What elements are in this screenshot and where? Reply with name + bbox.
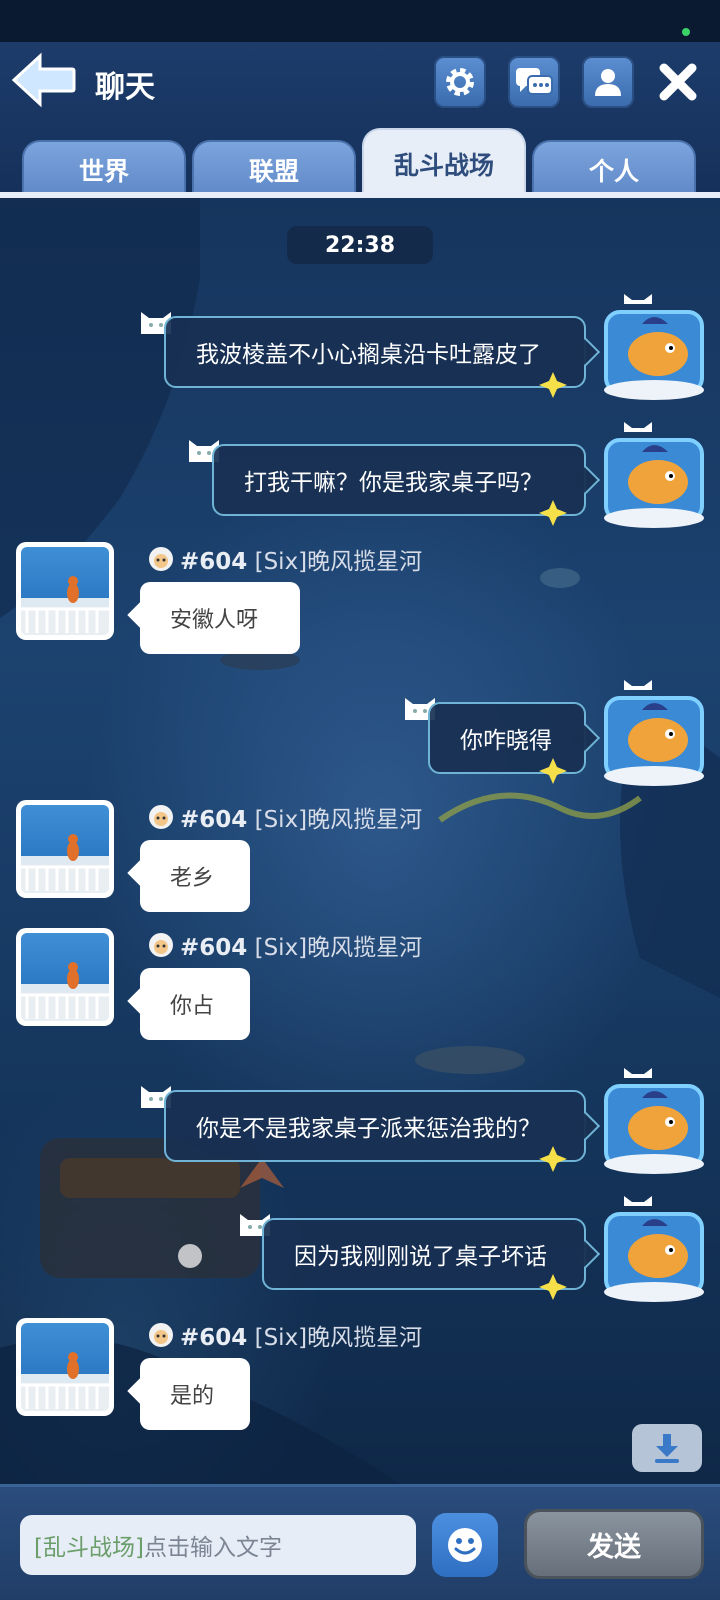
fish-avatar[interactable] (600, 294, 708, 402)
message-text: 你是不是我家桌子派来惩治我的？ (196, 1116, 541, 1142)
chat-area[interactable]: 22:38 我波棱盖不小心搁桌沿卡吐露皮了 打我干嘛？你是我家桌子吗？ #604… (0, 198, 720, 1484)
message-bubble[interactable]: 我波棱盖不小心搁桌沿卡吐露皮了 (164, 316, 601, 388)
message-row-outgoing: 打我干嘛？你是我家桌子吗？ (0, 422, 720, 542)
gear-icon (446, 68, 474, 96)
input-placeholder: 点击输入文字 (143, 1535, 282, 1561)
sender-name: [Six]晚风揽星河 (254, 935, 423, 961)
sheep-icon (149, 933, 173, 957)
sparkle-icon (539, 372, 567, 398)
tab-alliance[interactable]: 联盟 (192, 140, 356, 198)
settings-button[interactable] (434, 56, 486, 108)
fish-avatar[interactable] (600, 422, 708, 530)
back-arrow-icon (11, 52, 76, 108)
fish-avatar[interactable] (600, 1196, 708, 1304)
message-row-outgoing: 因为我刚刚说了桌子坏话 (0, 1196, 720, 1316)
sender-id: #604 (180, 1325, 248, 1351)
sheep-icon (149, 1323, 173, 1347)
tab-world[interactable]: 世界 (22, 140, 186, 198)
message-text: 是的 (170, 1384, 215, 1409)
status-bar (0, 0, 720, 42)
message-bubble[interactable]: 你占 (127, 968, 250, 1040)
message-bubble[interactable]: 打我干嘛？你是我家桌子吗？ (212, 444, 601, 516)
tab-bar: 世界 联盟 乱斗战场 个人 (0, 126, 720, 198)
chat-channels-button[interactable] (508, 56, 560, 108)
message-row-incoming: #604 [Six]晚风揽星河 你占 (0, 928, 720, 1058)
profile-button[interactable] (582, 56, 634, 108)
fish-avatar[interactable] (600, 1068, 708, 1176)
sender-id: #604 (180, 935, 248, 961)
sender-id: #604 (180, 807, 248, 833)
sheep-icon (149, 547, 173, 571)
message-text: 你咋晓得 (460, 728, 552, 754)
sender-id: #604 (180, 549, 248, 575)
user-avatar[interactable] (16, 1318, 114, 1416)
message-text: 你占 (170, 994, 215, 1019)
header: 聊天 世界 联盟 乱斗战场 个人 (0, 42, 720, 198)
input-bar: [乱斗战场] 点击输入文字 发送 (0, 1484, 720, 1600)
back-button[interactable] (10, 52, 76, 108)
user-avatar[interactable] (16, 542, 114, 640)
message-bubble[interactable]: 你是不是我家桌子派来惩治我的？ (164, 1090, 601, 1162)
sender-label[interactable]: #604 [Six]晚风揽星河 (180, 800, 422, 834)
message-text: 老乡 (170, 866, 215, 891)
user-avatar[interactable] (16, 928, 114, 1026)
tab-personal[interactable]: 个人 (532, 140, 696, 198)
close-icon (659, 63, 697, 101)
status-indicator (682, 28, 690, 36)
message-text: 我波棱盖不小心搁桌沿卡吐露皮了 (196, 342, 541, 368)
close-button[interactable] (654, 58, 702, 106)
message-text: 打我干嘛？你是我家桌子吗？ (244, 470, 543, 496)
user-avatar[interactable] (16, 800, 114, 898)
message-row-incoming: #604 [Six]晚风揽星河 是的 (0, 1318, 720, 1448)
timestamp: 22:38 (287, 226, 433, 264)
fish-avatar[interactable] (600, 680, 708, 788)
sparkle-icon (539, 500, 567, 526)
message-row-outgoing: 你咋晓得 (0, 680, 720, 800)
message-text: 安徽人呀 (170, 608, 259, 633)
message-bubble[interactable]: 老乡 (127, 840, 250, 912)
channel-prefix: [乱斗战场] (34, 1535, 144, 1561)
emoji-button[interactable] (432, 1513, 498, 1577)
sender-label[interactable]: #604 [Six]晚风揽星河 (180, 1318, 422, 1352)
message-text: 因为我刚刚说了桌子坏话 (294, 1244, 547, 1270)
message-row-incoming: #604 [Six]晚风揽星河 老乡 (0, 800, 720, 930)
sender-label[interactable]: #604 [Six]晚风揽星河 (180, 928, 422, 962)
message-row-incoming: #604 [Six]晚风揽星河 安徽人呀 (0, 542, 720, 672)
send-button[interactable]: 发送 (524, 1509, 704, 1579)
sparkle-icon (539, 1146, 567, 1172)
sender-label[interactable]: #604 [Six]晚风揽星河 (180, 542, 422, 576)
message-input[interactable]: [乱斗战场] 点击输入文字 (20, 1515, 416, 1575)
scroll-to-bottom-button[interactable] (632, 1424, 702, 1472)
sparkle-icon (539, 758, 567, 784)
page-title: 聊天 (95, 70, 155, 105)
sparkle-icon (539, 1274, 567, 1300)
sender-name: [Six]晚风揽星河 (254, 807, 423, 833)
message-bubble[interactable]: 安徽人呀 (127, 582, 300, 654)
sender-name: [Six]晚风揽星河 (254, 549, 423, 575)
message-row-outgoing: 你是不是我家桌子派来惩治我的？ (0, 1068, 720, 1188)
person-icon (595, 69, 621, 96)
sender-name: [Six]晚风揽星河 (254, 1325, 423, 1351)
message-row-outgoing: 我波棱盖不小心搁桌沿卡吐露皮了 (0, 294, 720, 414)
download-arrow-icon (655, 1434, 679, 1463)
smiley-icon (448, 1528, 482, 1562)
sheep-icon (149, 805, 173, 829)
message-bubble[interactable]: 是的 (127, 1358, 250, 1430)
chat-bubbles-icon (516, 68, 553, 95)
tab-battlefield[interactable]: 乱斗战场 (362, 128, 526, 198)
